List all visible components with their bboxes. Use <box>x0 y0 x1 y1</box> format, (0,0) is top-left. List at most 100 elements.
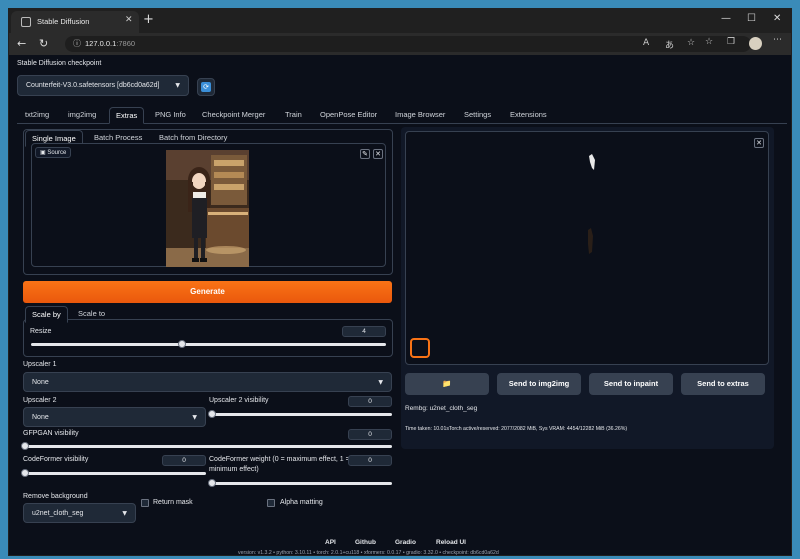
new-tab-icon[interactable]: + <box>143 12 154 27</box>
more-icon[interactable]: ⋯ <box>773 35 782 45</box>
tab-openpose-editor[interactable]: OpenPose Editor <box>320 110 377 119</box>
codeformer-weight-track[interactable] <box>210 482 392 485</box>
scale-panel <box>23 319 393 357</box>
source-image <box>166 150 249 267</box>
tab-extensions[interactable]: Extensions <box>510 110 547 119</box>
timing-info: Time taken: 10.01sTorch active/reserved:… <box>405 426 628 432</box>
gfpgan-track[interactable] <box>23 445 392 448</box>
codeformer-weight-input[interactable]: 0 <box>348 455 392 466</box>
tab-image-browser[interactable]: Image Browser <box>395 110 445 119</box>
pencil-icon[interactable]: ✎ <box>360 149 370 159</box>
masked-result-image <box>588 154 595 254</box>
source-label: ▣ Source <box>35 147 72 158</box>
footer-link-gradio[interactable]: Gradio <box>395 539 416 546</box>
resize-slider-track[interactable] <box>31 343 386 346</box>
send-to-img2img-button[interactable]: Send to img2img <box>497 373 581 395</box>
refresh-button[interactable]: ⟳ <box>197 78 215 96</box>
footer-link-reload-ui[interactable]: Reload UI <box>436 539 466 546</box>
resize-slider-thumb[interactable] <box>178 340 186 348</box>
collections-icon[interactable]: ❐ <box>727 37 735 47</box>
return-mask-label: Return mask <box>153 499 193 506</box>
remove-bg-dropdown[interactable]: u2net_cloth_seg ▼ <box>23 503 136 523</box>
chevron-down-icon: ▼ <box>122 510 127 517</box>
checkpoint-dropdown[interactable]: Counterfeit-V3.0.safetensors [db6cd0a62d… <box>17 75 189 96</box>
footer-link-api[interactable]: API <box>325 539 336 546</box>
reload-icon[interactable]: ↻ <box>39 37 48 50</box>
read-aloud-icon[interactable]: A <box>643 38 649 48</box>
browser-tab[interactable]: Stable Diffusion ✕ <box>11 11 139 33</box>
upscaler2-value: None <box>32 414 49 421</box>
page-icon <box>21 17 31 27</box>
upscaler2-label: Upscaler 2 <box>23 397 57 404</box>
upscaler2-visibility-thumb[interactable] <box>208 410 216 418</box>
tab-txt2img[interactable]: txt2img <box>25 110 49 119</box>
codeformer-weight-thumb[interactable] <box>208 479 216 487</box>
tab-checkpoint-merger[interactable]: Checkpoint Merger <box>202 110 265 119</box>
codeformer-visibility-input[interactable]: 0 <box>162 455 206 466</box>
codeformer-visibility-track[interactable] <box>23 472 206 475</box>
footer-link-github[interactable]: Github <box>355 539 376 546</box>
codeformer-weight-label-1: CodeFormer weight (0 = maximum effect, 1… <box>209 456 350 463</box>
chevron-down-icon: ▼ <box>378 379 383 386</box>
upscaler1-dropdown[interactable]: None ▼ <box>23 372 392 392</box>
codeformer-visibility-thumb[interactable] <box>21 469 29 477</box>
address-bar-row: ← ↻ ⓘ 127.0.0.1:7860 A あ ☆ ☆ ❐ ⋯ <box>9 33 791 55</box>
tab-png-info[interactable]: PNG Info <box>155 110 186 119</box>
avatar[interactable] <box>749 37 762 50</box>
version-info: version: v1.3.2 • python: 3.10.11 • torc… <box>238 550 499 556</box>
source-image-upload[interactable]: ▣ Source ✎ ✕ <box>31 143 386 267</box>
window-close-icon[interactable]: ✕ <box>773 13 781 24</box>
upscaler1-value: None <box>32 379 49 386</box>
upscaler2-visibility-input[interactable]: 0 <box>348 396 392 407</box>
tab-extras[interactable]: Extras <box>109 107 145 124</box>
tab-train[interactable]: Train <box>285 110 302 119</box>
tab-settings[interactable]: Settings <box>464 110 491 119</box>
chevron-down-icon: ▼ <box>192 414 197 421</box>
tab-scale-to[interactable]: Scale to <box>78 309 105 318</box>
maximize-icon[interactable]: ☐ <box>747 13 756 24</box>
url-text: 127.0.0.1:7860 <box>85 39 135 48</box>
gfpgan-thumb[interactable] <box>21 442 29 450</box>
codeformer-visibility-label: CodeFormer visibility <box>23 456 89 463</box>
back-icon[interactable]: ← <box>17 37 26 50</box>
codeformer-weight-label-2: minimum effect) <box>209 466 259 473</box>
folder-icon: 📁 <box>442 379 452 388</box>
minimize-icon[interactable]: — <box>721 13 731 24</box>
tab-batch-process[interactable]: Batch Process <box>94 133 142 142</box>
return-mask-checkbox[interactable] <box>141 499 149 507</box>
generate-button[interactable]: Generate <box>23 281 392 303</box>
checkpoint-value: Counterfeit-V3.0.safetensors [db6cd0a62d… <box>26 82 160 89</box>
info-icon[interactable]: ⓘ <box>73 38 81 49</box>
tab-img2img[interactable]: img2img <box>68 110 96 119</box>
refresh-icon: ⟳ <box>201 82 211 92</box>
remove-bg-label: Remove background <box>23 493 88 500</box>
tab-batch-from-directory[interactable]: Batch from Directory <box>159 133 227 142</box>
send-to-extras-button[interactable]: Send to extras <box>681 373 765 395</box>
favorite-star-icon[interactable]: ☆ <box>687 38 695 48</box>
upscaler2-visibility-track[interactable] <box>210 413 392 416</box>
upscaler2-dropdown[interactable]: None ▼ <box>23 407 206 427</box>
translate-icon[interactable]: あ <box>665 38 674 51</box>
tab-scale-by[interactable]: Scale by <box>25 306 68 323</box>
url-field[interactable]: ⓘ 127.0.0.1:7860 A あ ☆ <box>65 36 751 52</box>
url-host: 127.0.0.1 <box>85 39 117 48</box>
remove-bg-value: u2net_cloth_seg <box>32 510 84 517</box>
main-tabs: txt2img img2img Extras PNG Info Checkpoi… <box>17 107 787 124</box>
alpha-matting-checkbox[interactable] <box>267 499 275 507</box>
source-label-text: Source <box>47 150 67 156</box>
send-to-inpaint-button[interactable]: Send to inpaint <box>589 373 673 395</box>
close-icon[interactable]: ✕ <box>373 149 383 159</box>
gfpgan-label: GFPGAN visibility <box>23 430 79 437</box>
open-folder-button[interactable]: 📁 <box>405 373 489 395</box>
browser-window: Stable Diffusion ✕ + — ☐ ✕ ← ↻ ⓘ 127.0.0… <box>8 8 792 556</box>
thumbnail-selected[interactable] <box>410 338 430 358</box>
gfpgan-input[interactable]: 0 <box>348 429 392 440</box>
cafe-girl-image <box>166 150 249 267</box>
close-tab-icon[interactable]: ✕ <box>125 15 133 25</box>
url-port: :7860 <box>116 39 136 48</box>
browser-tab-title: Stable Diffusion <box>37 17 90 26</box>
favorites-icon[interactable]: ☆ <box>705 37 713 47</box>
resize-label: Resize <box>30 328 52 335</box>
resize-input[interactable]: 4 <box>342 326 386 337</box>
result-label: Rembg: u2net_cloth_seg <box>405 405 478 412</box>
